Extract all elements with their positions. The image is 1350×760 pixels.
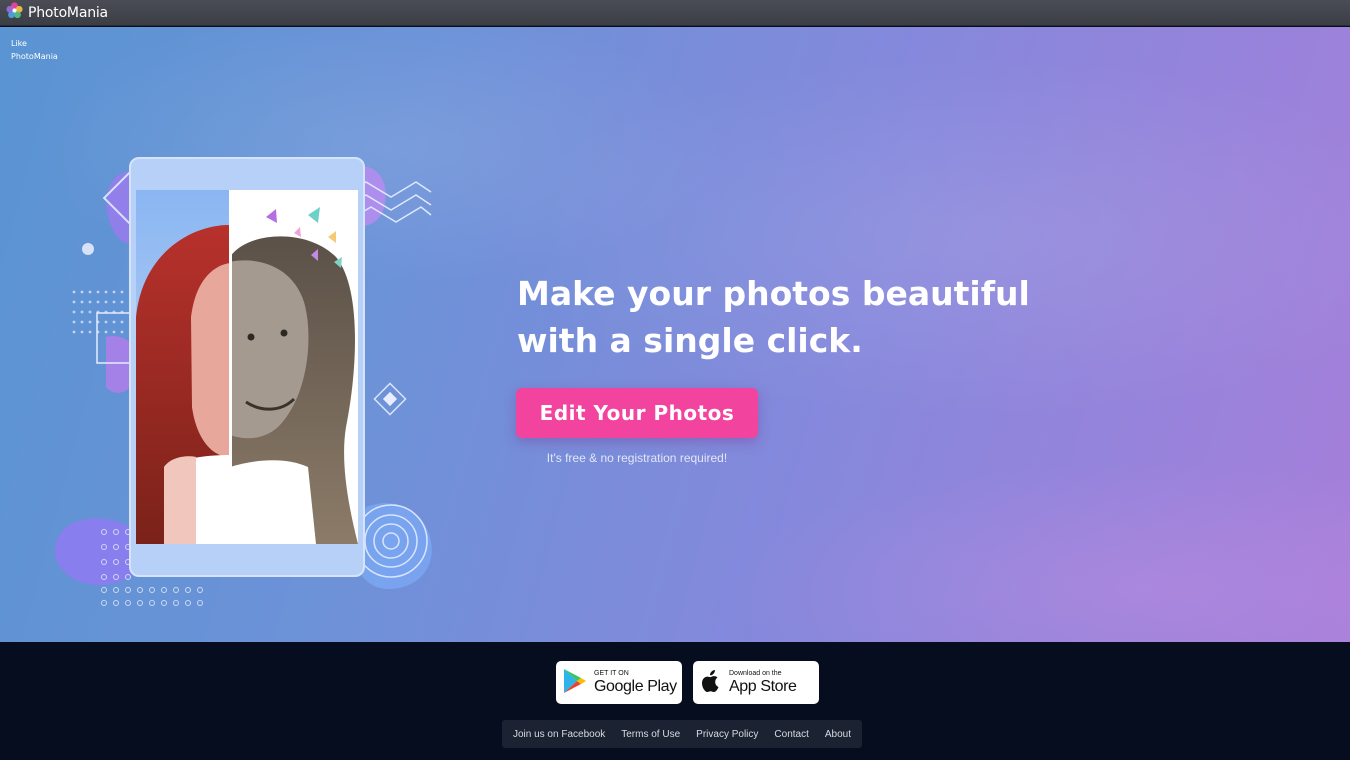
google-play-icon <box>563 668 587 698</box>
footer-links: Join us on Facebook Terms of Use Privacy… <box>502 720 862 748</box>
free-note: It's free & no registration required! <box>546 451 728 465</box>
privacy-policy-link[interactable]: Privacy Policy <box>696 729 758 740</box>
like-page-name: PhotoMania <box>11 52 58 61</box>
edit-your-photos-button[interactable]: Edit Your Photos <box>516 388 758 438</box>
pinwheel-icon <box>6 2 23 23</box>
google-badge-small-text: GET IT ON <box>594 669 629 677</box>
google-play-badge[interactable]: GET IT ON Google Play <box>556 661 682 704</box>
top-bar: PhotoMania <box>0 0 1350 26</box>
facebook-like-widget[interactable]: Like PhotoMania <box>11 37 58 63</box>
footer: GET IT ON Google Play Download on the Ap… <box>0 642 1350 760</box>
headline-line-2: with a single click. <box>517 321 863 360</box>
hero-headline: Make your photos beautiful with a single… <box>517 270 1077 364</box>
like-label: Like <box>11 39 27 48</box>
app-store-badge[interactable]: Download on the App Store <box>693 661 819 704</box>
about-link[interactable]: About <box>825 729 851 740</box>
hero-section: Like PhotoMania Make your photos beautif… <box>0 27 1350 642</box>
store-badges: GET IT ON Google Play Download on the Ap… <box>556 661 819 704</box>
contact-link[interactable]: Contact <box>774 729 808 740</box>
headline-line-1: Make your photos beautiful <box>517 274 1030 313</box>
terms-of-use-link[interactable]: Terms of Use <box>621 729 680 740</box>
apple-badge-small-text: Download on the <box>729 669 782 677</box>
join-facebook-link[interactable]: Join us on Facebook <box>513 729 605 740</box>
hero-illustration <box>46 137 446 611</box>
google-badge-big-text: Google Play <box>594 677 677 695</box>
apple-icon <box>700 669 722 697</box>
apple-badge-big-text: App Store <box>729 677 797 695</box>
brand-logo[interactable]: PhotoMania <box>6 2 108 23</box>
brand-name: PhotoMania <box>28 4 108 21</box>
